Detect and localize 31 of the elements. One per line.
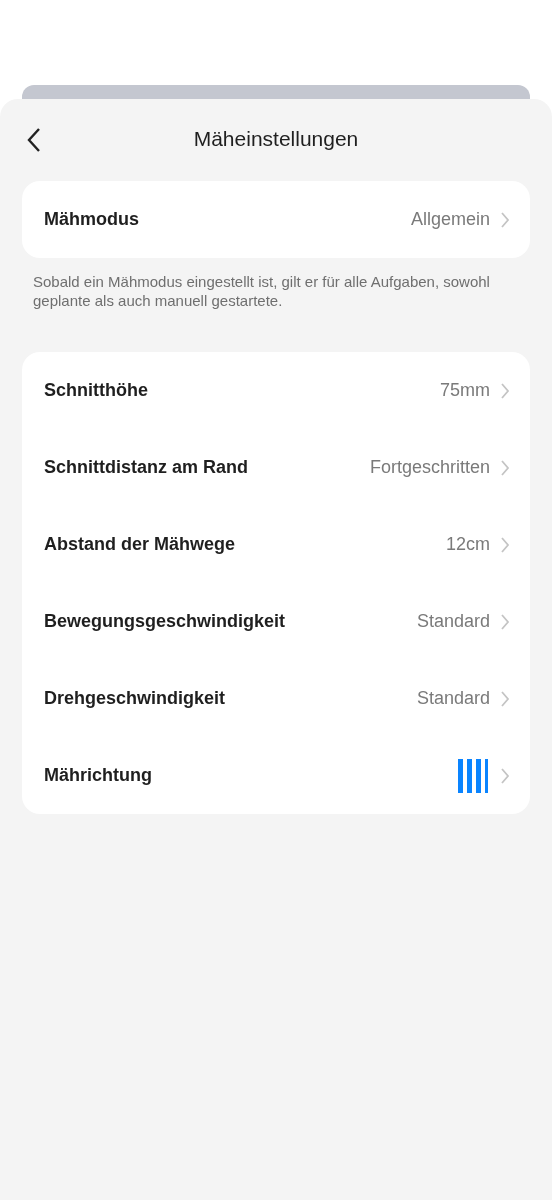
- setting-row[interactable]: Drehgeschwindigkeit Standard: [22, 660, 530, 737]
- page-title: Mäheinstellungen: [193, 127, 359, 151]
- stripes-icon: [458, 758, 490, 793]
- setting-label: Mähmodus: [44, 209, 140, 230]
- setting-label: Drehgeschwindigkeit: [44, 688, 227, 709]
- setting-label: Abstand der Mähwege: [44, 534, 237, 555]
- setting-value: Allgemein: [410, 209, 490, 230]
- back-icon: [26, 127, 42, 153]
- setting-value: Fortgeschritten: [369, 457, 490, 478]
- setting-value: Standard: [416, 688, 490, 709]
- chevron-icon: [500, 210, 510, 229]
- setting-row[interactable]: Schnittdistanz am Rand Fortgeschritten: [22, 429, 530, 506]
- setting-label: Schnittdistanz am Rand: [44, 457, 250, 478]
- setting-label: Mährichtung: [44, 765, 153, 786]
- chevron-icon: [500, 458, 510, 477]
- setting-value: 12cm: [446, 534, 490, 555]
- chevron-icon: [500, 689, 510, 708]
- setting-value: 75mm: [440, 380, 490, 401]
- chevron-icon: [500, 766, 510, 785]
- setting-row[interactable]: Mährichtung: [22, 737, 530, 814]
- setting-row[interactable]: Schnitthöhe 75mm: [22, 352, 530, 429]
- setting-label: Schnitthöhe: [44, 380, 149, 401]
- setting-value: Standard: [416, 611, 490, 632]
- setting-label: Bewegungsgeschwindigkeit: [44, 611, 287, 632]
- chevron-icon: [500, 381, 510, 400]
- setting-row[interactable]: Abstand der Mähwege 12cm: [22, 506, 530, 583]
- chevron-icon: [500, 535, 510, 554]
- info-text: Sobald ein Mähmodus eingestellt ist, gilt er für alle Aufgaben, sowohl geplante als auch manuell gestartete.: [33, 272, 491, 310]
- setting-row[interactable]: Mähmodus Allgemein: [22, 181, 530, 258]
- chevron-icon: [500, 612, 510, 631]
- setting-row[interactable]: Bewegungsgeschwindigkeit Standard: [22, 583, 530, 660]
